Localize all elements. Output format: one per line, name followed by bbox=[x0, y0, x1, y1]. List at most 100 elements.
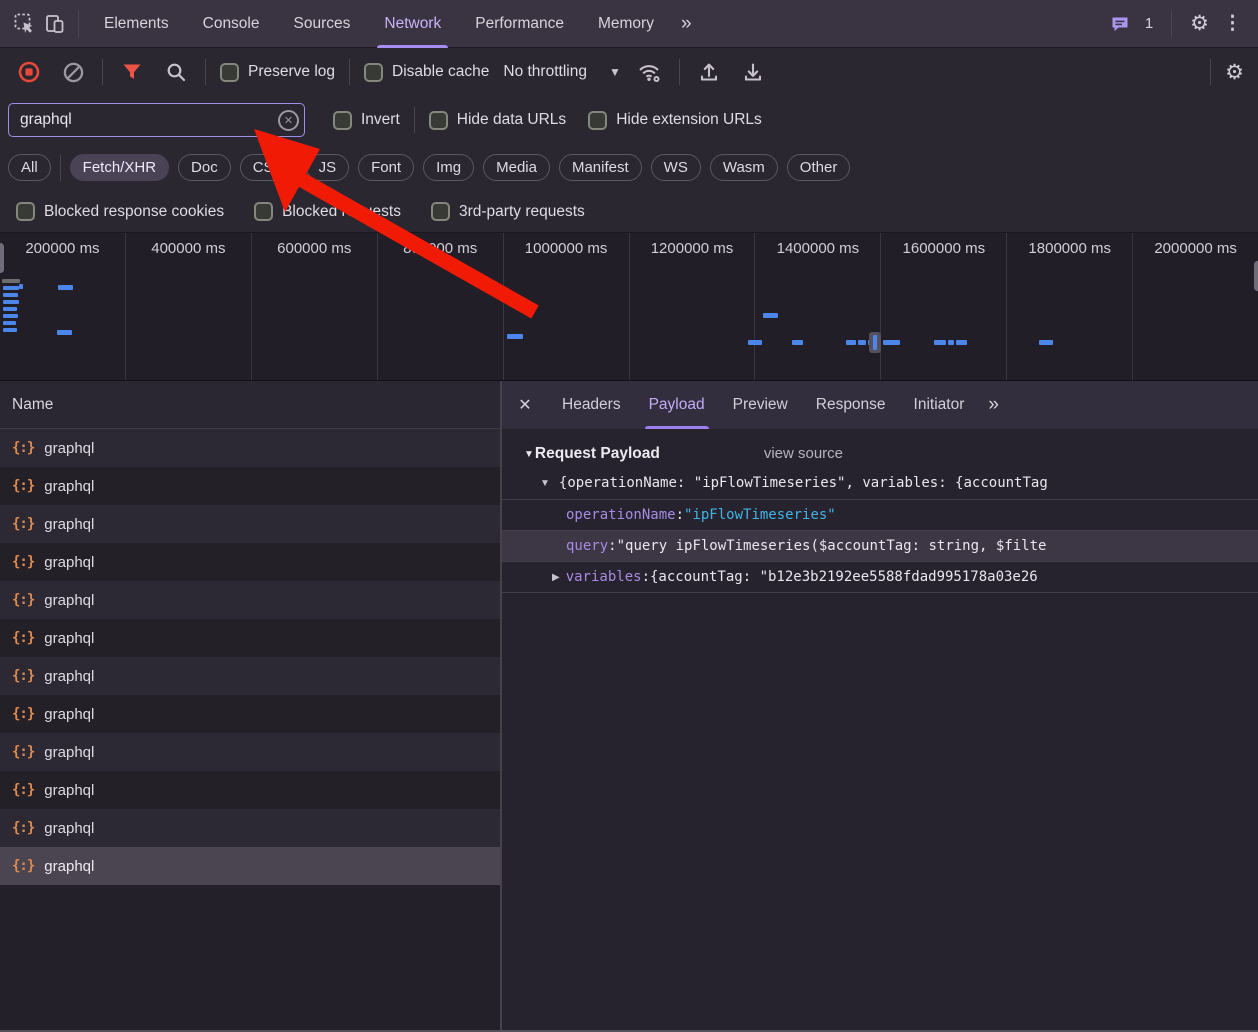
request-row[interactable]: {:}graphql bbox=[0, 809, 500, 847]
tab-memory[interactable]: Memory bbox=[581, 0, 671, 48]
checkbox[interactable] bbox=[588, 111, 607, 130]
clear-filter-icon[interactable]: ✕ bbox=[278, 110, 299, 131]
kebab-menu-icon[interactable]: ⋮ bbox=[1219, 12, 1246, 35]
preserve-log-checkbox[interactable]: Preserve log bbox=[220, 63, 335, 82]
waterfall-bar bbox=[3, 321, 16, 325]
filter-chip-css[interactable]: CSS bbox=[240, 154, 297, 181]
invert-checkbox[interactable]: Invert bbox=[333, 111, 400, 130]
timeline-tick-label: 1800000 ms bbox=[1007, 240, 1132, 257]
hide-extension-urls-checkbox[interactable]: Hide extension URLs bbox=[588, 111, 762, 130]
advanced-filters-row: Blocked response cookies Blocked requests… bbox=[0, 191, 1258, 232]
request-name: graphql bbox=[44, 630, 94, 647]
triangle-right-icon[interactable]: ▶ bbox=[552, 572, 560, 583]
blocked-requests-checkbox[interactable]: Blocked requests bbox=[254, 202, 401, 221]
filter-funnel-icon[interactable] bbox=[117, 57, 147, 87]
checkbox[interactable] bbox=[431, 202, 450, 221]
clear-network-log-icon[interactable] bbox=[58, 57, 88, 87]
filter-chip-font[interactable]: Font bbox=[358, 154, 414, 181]
filter-chip-media[interactable]: Media bbox=[483, 154, 550, 181]
request-row[interactable]: {:}graphql bbox=[0, 543, 500, 581]
waterfall-bar bbox=[948, 340, 954, 345]
more-detail-tabs-icon[interactable]: » bbox=[978, 394, 1009, 416]
search-icon[interactable] bbox=[161, 57, 191, 87]
settings-gear-icon[interactable]: ⚙ bbox=[1190, 13, 1209, 34]
json-file-icon: {:} bbox=[12, 706, 34, 722]
3rd-party-requests-checkbox[interactable]: 3rd-party requests bbox=[431, 202, 585, 221]
request-payload-title[interactable]: ▼Request Payload bbox=[524, 445, 660, 463]
network-settings-gear-icon[interactable]: ⚙ bbox=[1225, 62, 1244, 83]
filter-chip-wasm[interactable]: Wasm bbox=[710, 154, 778, 181]
request-row[interactable]: {:}graphql bbox=[0, 847, 500, 885]
detail-tab-response[interactable]: Response bbox=[802, 381, 900, 429]
tab-performance[interactable]: Performance bbox=[458, 0, 581, 48]
divider bbox=[414, 107, 415, 133]
waterfall-bar bbox=[792, 340, 803, 345]
request-row[interactable]: {:}graphql bbox=[0, 771, 500, 809]
device-toolbar-icon[interactable] bbox=[40, 9, 70, 39]
network-conditions-icon[interactable] bbox=[635, 57, 665, 87]
close-icon[interactable]: ✕ bbox=[502, 395, 548, 415]
request-row[interactable]: {:}graphql bbox=[0, 581, 500, 619]
filter-chip-fetch-xhr[interactable]: Fetch/XHR bbox=[70, 154, 169, 181]
more-tabs-icon[interactable]: » bbox=[671, 13, 702, 35]
tab-network[interactable]: Network bbox=[367, 0, 458, 48]
waterfall-bar bbox=[956, 340, 967, 345]
record-stop-icon[interactable] bbox=[14, 57, 44, 87]
payload-row-variables[interactable]: ▶variables: {accountTag: "b12e3b2192ee55… bbox=[502, 561, 1258, 592]
filter-chip-doc[interactable]: Doc bbox=[178, 154, 231, 181]
request-row[interactable]: {:}graphql bbox=[0, 467, 500, 505]
checkbox[interactable] bbox=[333, 111, 352, 130]
waterfall-bar bbox=[507, 334, 523, 339]
checkbox[interactable] bbox=[16, 202, 35, 221]
filter-input[interactable] bbox=[8, 103, 305, 137]
request-row[interactable]: {:}graphql bbox=[0, 657, 500, 695]
request-row[interactable]: {:}graphql bbox=[0, 429, 500, 467]
filter-chip-img[interactable]: Img bbox=[423, 154, 474, 181]
payload-summary-row[interactable]: ▼ {operationName: "ipFlowTimeseries", va… bbox=[502, 471, 1258, 499]
request-row[interactable]: {:}graphql bbox=[0, 695, 500, 733]
hide-data-urls-checkbox[interactable]: Hide data URLs bbox=[429, 111, 566, 130]
timeline-tick-label: 400000 ms bbox=[126, 240, 251, 257]
overview-right-handle[interactable] bbox=[1254, 261, 1258, 291]
divider bbox=[78, 11, 79, 37]
detail-tab-payload[interactable]: Payload bbox=[635, 381, 719, 429]
name-column-header[interactable]: Name bbox=[0, 381, 500, 429]
checkbox[interactable] bbox=[364, 63, 383, 82]
payload-row-operationname[interactable]: operationName: "ipFlowTimeseries" bbox=[502, 499, 1258, 530]
checkbox[interactable] bbox=[254, 202, 273, 221]
filter-chip-ws[interactable]: WS bbox=[651, 154, 701, 181]
detail-tab-initiator[interactable]: Initiator bbox=[900, 381, 979, 429]
request-row[interactable]: {:}graphql bbox=[0, 733, 500, 771]
blocked-requests-label: Blocked requests bbox=[282, 203, 401, 221]
filter-chip-manifest[interactable]: Manifest bbox=[559, 154, 642, 181]
inspect-element-icon[interactable] bbox=[10, 9, 40, 39]
filter-chip-js[interactable]: JS bbox=[306, 154, 350, 181]
waterfall-bar bbox=[3, 307, 17, 311]
disable-cache-checkbox[interactable]: Disable cache bbox=[364, 63, 489, 82]
request-row[interactable]: {:}graphql bbox=[0, 619, 500, 657]
waterfall-bar bbox=[846, 340, 856, 345]
payload-rows: operationName: "ipFlowTimeseries"query: … bbox=[502, 499, 1258, 593]
detail-tab-headers[interactable]: Headers bbox=[548, 381, 635, 429]
view-source-link[interactable]: view source bbox=[764, 445, 843, 462]
tab-elements[interactable]: Elements bbox=[87, 0, 186, 48]
checkbox[interactable] bbox=[220, 63, 239, 82]
divider bbox=[205, 59, 206, 85]
export-har-icon[interactable] bbox=[738, 57, 768, 87]
blocked-response-cookies-checkbox[interactable]: Blocked response cookies bbox=[16, 202, 224, 221]
tab-sources[interactable]: Sources bbox=[277, 0, 368, 48]
import-har-icon[interactable] bbox=[694, 57, 724, 87]
filter-chip-all[interactable]: All bbox=[8, 154, 51, 181]
throttling-select[interactable]: No throttling ▼ bbox=[503, 63, 620, 81]
tab-console[interactable]: Console bbox=[186, 0, 277, 48]
network-overview-timeline[interactable]: 200000 ms400000 ms600000 ms800000 ms1000… bbox=[0, 232, 1258, 381]
detail-tab-preview[interactable]: Preview bbox=[719, 381, 802, 429]
payload-row-query[interactable]: query: "query ipFlowTimeseries($accountT… bbox=[502, 530, 1258, 561]
overview-left-handle[interactable] bbox=[0, 243, 4, 273]
checkbox[interactable] bbox=[429, 111, 448, 130]
filter-chip-other[interactable]: Other bbox=[787, 154, 851, 181]
request-row[interactable]: {:}graphql bbox=[0, 505, 500, 543]
payload-value: "query ipFlowTimeseries($accountTag: str… bbox=[617, 538, 1047, 554]
issues-message-icon[interactable] bbox=[1105, 9, 1135, 39]
issues-count[interactable]: 1 bbox=[1145, 15, 1153, 32]
